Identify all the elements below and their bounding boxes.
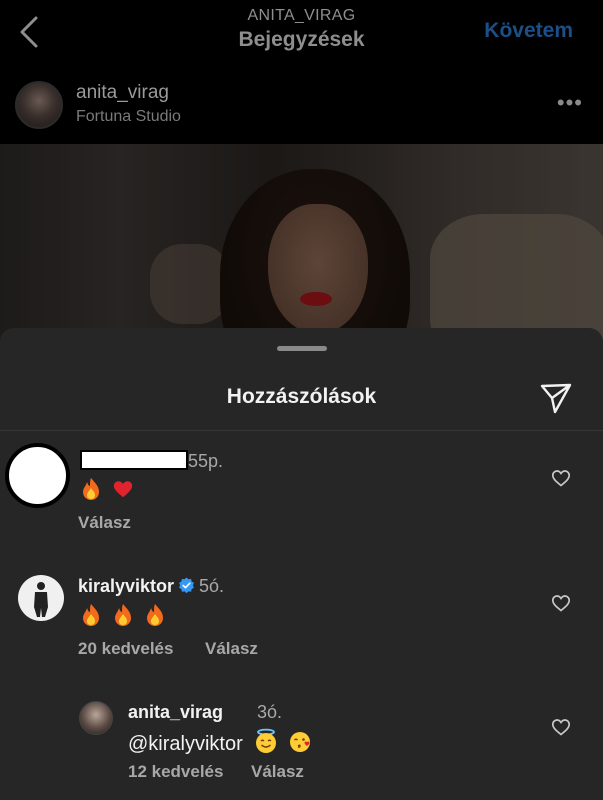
comment-text: [80, 477, 138, 503]
commenter-avatar[interactable]: [79, 701, 113, 735]
face-blowing-kiss-emoji-icon: [289, 732, 310, 752]
comment-username-text[interactable]: kiralyviktor: [78, 576, 174, 596]
sheet-divider: [0, 430, 603, 431]
commenter-avatar[interactable]: [18, 575, 64, 621]
comment-username[interactable]: anita_virag: [128, 702, 223, 723]
comment-time: 55p.: [188, 451, 224, 471]
comments-sheet: Hozzászólások 55p. Válasz kiralyviktor 5…: [0, 328, 603, 800]
like-heart-icon[interactable]: [551, 593, 571, 613]
fire-emoji-icon: [115, 604, 132, 626]
comment-username[interactable]: kiralyviktor: [78, 576, 195, 597]
sheet-title: Hozzászólások: [226, 385, 377, 408]
post-photo: [0, 144, 603, 344]
like-heart-icon[interactable]: [551, 468, 571, 488]
like-heart-icon[interactable]: [551, 717, 571, 737]
author-username[interactable]: anita_virag: [76, 82, 169, 104]
top-navigation-bar: ANITA_VIRAG Bejegyzések Követem: [0, 0, 603, 70]
fire-emoji-icon: [83, 604, 99, 626]
author-avatar[interactable]: [15, 81, 63, 129]
fire-emoji-icon: [83, 478, 99, 500]
comment-time: 3ó.: [257, 702, 283, 722]
fire-emoji-icon: [147, 604, 164, 626]
commenter-avatar[interactable]: [5, 443, 70, 508]
red-heart-emoji-icon: [113, 481, 133, 498]
comment-time: 5ó.: [199, 576, 225, 596]
person-silhouette-icon: [34, 582, 48, 617]
share-send-icon[interactable]: [539, 381, 573, 415]
verified-badge-icon: [179, 577, 194, 594]
sheet-drag-handle[interactable]: [277, 346, 327, 351]
more-options-icon[interactable]: •••: [557, 90, 583, 116]
smiling-face-with-halo-emoji-icon: [256, 728, 277, 753]
comment-mention[interactable]: @kiralyviktor: [128, 733, 243, 755]
redacted-username: [80, 450, 188, 470]
comment-text: [80, 603, 170, 629]
reply-button[interactable]: Válasz: [78, 513, 131, 533]
post-location[interactable]: Fortuna Studio: [76, 108, 181, 126]
follow-button[interactable]: Követem: [484, 19, 573, 43]
likes-count[interactable]: 12 kedvelés: [128, 762, 223, 782]
likes-count[interactable]: 20 kedvelés: [78, 639, 173, 659]
reply-button[interactable]: Válasz: [251, 762, 304, 782]
comment-text: @kiralyviktor: [128, 728, 316, 756]
post-author-row: anita_virag Fortuna Studio •••: [0, 70, 603, 144]
reply-button[interactable]: Válasz: [205, 639, 258, 659]
